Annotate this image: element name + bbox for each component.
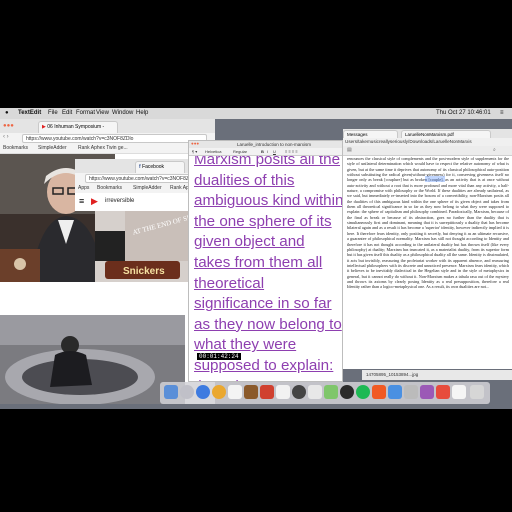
search-icon[interactable]: ⌕ [493, 147, 496, 153]
textedit-titlebar: ●●● Laruelle_introduction to non-marxism [189, 141, 342, 148]
paragraph-style-select[interactable]: ¶ ▾ [192, 149, 197, 154]
font-family-select[interactable]: Helvetica [205, 149, 221, 154]
menu-window[interactable]: Window [112, 110, 133, 116]
app-icon[interactable] [420, 385, 434, 399]
tab-pdf[interactable]: LaruelleNonMarxism.pdf [401, 130, 491, 138]
dock [160, 382, 490, 404]
document-body[interactable]: Marxism posits all the dualities of this… [189, 156, 342, 381]
video-player-secondary[interactable] [0, 315, 185, 405]
hamburger-icon[interactable]: ≡ [79, 196, 84, 206]
browser-toolbar: ‹ › https://www.youtube.com/watch?v=c3NO… [0, 133, 215, 144]
bold-button[interactable]: B [261, 149, 264, 154]
app-icon[interactable] [404, 385, 418, 399]
video-frame-image-2 [0, 315, 185, 405]
format-toolbar: ¶ ▾ Helvetica Regular B I U ≡ ≡ ≡ ≡ [189, 148, 342, 156]
tab-facebook[interactable]: f Facebook [135, 161, 185, 173]
underline-button[interactable]: U [273, 149, 276, 154]
browser-tabbar: ●●● ▶ 06 Inhuman Symposium - [0, 119, 215, 133]
menu-help[interactable]: Help [136, 110, 148, 116]
menu-view[interactable]: View [96, 110, 109, 116]
menu-format[interactable]: Format [76, 110, 95, 116]
trash-icon[interactable] [470, 385, 484, 399]
menu-bar: ● TextEdit File Edit Format View Window … [0, 108, 512, 119]
address-bar[interactable]: https://www.youtube.com/watch?v=c3NOF8ZD… [22, 134, 207, 143]
calendar-icon[interactable] [308, 385, 322, 399]
italic-button[interactable]: I [267, 149, 268, 154]
ad-image: AT THE END OF SIMPLE Snickers [95, 209, 208, 282]
text-selection-highlight [425, 176, 445, 182]
video-timestamp: 00:01:42:24 [197, 353, 241, 360]
bookmark-item[interactable]: SimpleAdder [38, 145, 67, 151]
menu-edit[interactable]: Edit [62, 110, 72, 116]
browser-window: ●●● ▶ 06 Inhuman Symposium - ‹ › https:/… [0, 119, 220, 405]
launchpad-icon[interactable] [180, 385, 194, 399]
bookmarks-bar: Bookmarks SimpleAdder Rank Aphex Twin ge… [0, 144, 215, 154]
bookmark-item[interactable]: Rank Aphex Twin ge... [78, 145, 128, 151]
textedit-window: ●●● Laruelle_introduction to non-marxism… [188, 140, 343, 382]
apple-icon[interactable]: ● [5, 110, 9, 116]
sidebar-toggle-icon[interactable]: ▤ [347, 147, 352, 153]
window-controls-icon[interactable]: ●●● [3, 123, 14, 129]
video-title: irreversible [105, 198, 135, 204]
finder-icon[interactable] [164, 385, 178, 399]
app-icon[interactable] [340, 385, 354, 399]
app-icon[interactable] [260, 385, 274, 399]
download-status-bar[interactable]: 14705895_10153894...jpg [362, 370, 512, 380]
tab-youtube[interactable]: ▶ 06 Inhuman Symposium - [38, 121, 118, 133]
facebook-favicon-icon: f [139, 164, 141, 170]
preview-toolbar: ▤ ⌕ [343, 146, 512, 156]
tab-label: 06 Inhuman Symposium - [47, 124, 105, 130]
menu-app-name[interactable]: TextEdit [18, 110, 41, 116]
document-title: Laruelle_introduction to non-marxism [237, 142, 312, 147]
menu-extras-icon[interactable]: ≡ [500, 110, 504, 116]
app-icon[interactable] [372, 385, 386, 399]
document-text[interactable]: Marxism posits all the dualities of this… [194, 156, 342, 381]
tab-messages[interactable]: Messages [343, 130, 398, 138]
app-icon[interactable] [292, 385, 306, 399]
bookmark-item[interactable]: Apps [78, 185, 89, 191]
svg-text:Snickers: Snickers [123, 266, 165, 277]
youtube-logo-icon[interactable]: ▶ [91, 196, 98, 207]
preview-window: Messages LaruelleNonMarxism.pdf Users/ta… [343, 129, 512, 369]
font-style-select[interactable]: Regular [233, 149, 247, 154]
bookmark-item[interactable]: Bookmarks [3, 145, 28, 151]
video-thumbnail[interactable]: AT THE END OF SIMPLE Snickers [95, 209, 208, 282]
align-buttons-icon[interactable]: ≡ ≡ ≡ ≡ [285, 149, 298, 154]
app-icon[interactable] [244, 385, 258, 399]
preview-tabbar: Messages LaruelleNonMarxism.pdf [343, 129, 512, 138]
window-controls-icon[interactable]: ●●● [191, 141, 199, 146]
bookmark-item[interactable]: Bookmarks [97, 185, 122, 191]
file-path-bar[interactable]: Users/takemusicreallyseriously/Downloads… [343, 138, 512, 146]
tab-label: Facebook [142, 164, 165, 170]
nav-back-icon[interactable]: ‹ › [3, 134, 9, 140]
chrome-icon[interactable] [212, 385, 226, 399]
youtube-favicon-icon: ▶ [42, 124, 46, 130]
app-icon[interactable] [436, 385, 450, 399]
bookmark-item[interactable]: SimpleAdder [133, 185, 162, 191]
notes-icon[interactable] [228, 385, 242, 399]
menu-file[interactable]: File [48, 110, 58, 116]
preview-icon[interactable] [452, 385, 466, 399]
textedit-icon[interactable] [276, 385, 290, 399]
app-icon[interactable] [324, 385, 338, 399]
app-icon[interactable] [388, 385, 402, 399]
menubar-clock[interactable]: Thu Oct 27 10:46:01 [436, 110, 491, 116]
safari-icon[interactable] [196, 385, 210, 399]
spotify-icon[interactable] [356, 385, 370, 399]
